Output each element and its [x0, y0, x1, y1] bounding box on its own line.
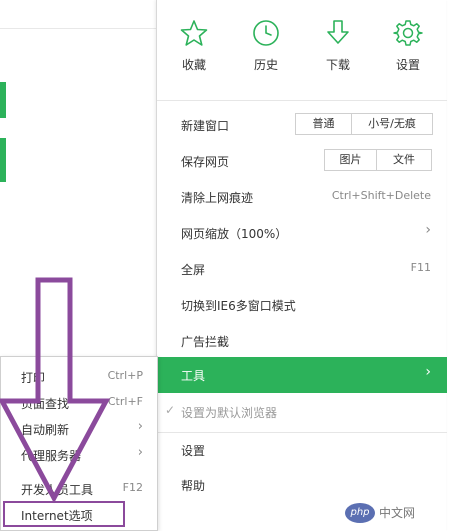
- menu-item-ad-block[interactable]: 广告拦截: [157, 323, 447, 359]
- quick-actions-bar: 收藏 历史 下载 设置: [157, 18, 447, 88]
- background-green-tab: [0, 82, 6, 118]
- background-green-tab: [0, 138, 6, 182]
- menu-item-clear-history[interactable]: 清除上网痕迹 Ctrl+Shift+Delete: [157, 179, 447, 215]
- submenu-item-find[interactable]: 页面查找 Ctrl+F: [1, 389, 157, 415]
- find-label: 页面查找: [21, 397, 70, 411]
- save-page-options: 图片 文件: [324, 149, 432, 171]
- menu-item-ie6-mode[interactable]: 切换到IE6多窗口模式: [157, 287, 447, 323]
- submenu-item-proxy[interactable]: 代理服务器 ›: [1, 441, 157, 467]
- menu-item-tools[interactable]: 工具 ›: [157, 357, 447, 393]
- menu-item-fullscreen[interactable]: 全屏 F11: [157, 251, 447, 287]
- menu-item-new-window: 新建窗口 普通 小号/无痕: [157, 107, 447, 143]
- proxy-label: 代理服务器: [21, 449, 82, 463]
- fullscreen-shortcut: F11: [410, 261, 431, 274]
- download-icon: [327, 20, 349, 44]
- save-as-image-button[interactable]: 图片: [325, 150, 377, 170]
- chevron-right-icon: ›: [425, 222, 431, 238]
- menu-item-settings[interactable]: 设置: [157, 432, 447, 468]
- menu-divider: [157, 100, 447, 101]
- new-window-normal-button[interactable]: 普通: [296, 114, 352, 134]
- find-shortcut: Ctrl+F: [107, 395, 143, 408]
- devtools-label: 开发人员工具: [21, 483, 94, 497]
- browser-main-menu: 收藏 历史 下载 设置 新建窗口 普通 小号/无痕 保存网页 图片 文件 清除上…: [156, 0, 447, 531]
- new-window-label: 新建窗口: [181, 119, 230, 133]
- menu-item-save-page: 保存网页 图片 文件: [157, 143, 447, 179]
- ie6-mode-label: 切换到IE6多窗口模式: [181, 299, 296, 313]
- clear-history-shortcut: Ctrl+Shift+Delete: [331, 189, 431, 202]
- watermark-logo: php 中文网: [345, 499, 445, 527]
- settings-button[interactable]: 设置: [383, 18, 433, 73]
- background-divider: [0, 28, 160, 29]
- history-button[interactable]: 历史: [241, 18, 291, 73]
- tools-label: 工具: [181, 369, 206, 383]
- checkmark-icon: ✓: [165, 403, 176, 417]
- submenu-item-print[interactable]: 打印 Ctrl+P: [1, 363, 157, 389]
- favorites-button[interactable]: 收藏: [169, 18, 219, 73]
- watermark-badge: php: [345, 503, 375, 523]
- downloads-button[interactable]: 下载: [313, 18, 363, 73]
- menu-item-set-default-browser: ✓ 设置为默认浏览器: [157, 394, 447, 430]
- submenu-item-devtools[interactable]: 开发人员工具 F12: [1, 475, 157, 501]
- save-as-file-button[interactable]: 文件: [377, 150, 431, 170]
- print-label: 打印: [21, 371, 46, 385]
- set-default-label: 设置为默认浏览器: [181, 406, 278, 420]
- submenu-item-auto-refresh[interactable]: 自动刷新 ›: [1, 415, 157, 441]
- auto-refresh-label: 自动刷新: [21, 423, 70, 437]
- settings-item-label: 设置: [181, 444, 206, 458]
- star-icon: [180, 20, 208, 46]
- new-window-options: 普通 小号/无痕: [295, 113, 433, 135]
- fullscreen-label: 全屏: [181, 263, 206, 277]
- new-window-private-button[interactable]: 小号/无痕: [352, 114, 432, 134]
- settings-label: 设置: [395, 58, 420, 72]
- devtools-shortcut: F12: [122, 481, 143, 494]
- menu-item-help[interactable]: 帮助: [157, 467, 447, 503]
- downloads-label: 下载: [325, 58, 350, 72]
- ad-block-label: 广告拦截: [181, 335, 230, 349]
- save-page-label: 保存网页: [181, 155, 230, 169]
- chevron-right-icon: ›: [137, 419, 143, 434]
- history-label: 历史: [253, 58, 278, 72]
- gear-icon: [393, 20, 423, 46]
- menu-item-zoom[interactable]: 网页缩放（100%） ›: [157, 215, 447, 251]
- chevron-right-icon: ›: [137, 445, 143, 460]
- clock-icon: [253, 20, 279, 46]
- watermark-text: 中文网: [379, 506, 416, 520]
- print-shortcut: Ctrl+P: [107, 369, 143, 382]
- submenu-item-internet-options[interactable]: Internet选项: [3, 501, 125, 527]
- tools-submenu: 打印 Ctrl+P 页面查找 Ctrl+F 自动刷新 › 代理服务器 › 开发人…: [0, 356, 158, 531]
- clear-history-label: 清除上网痕迹: [181, 191, 254, 205]
- chevron-right-icon: ›: [425, 364, 431, 380]
- internet-options-label: Internet选项: [21, 509, 93, 523]
- help-label: 帮助: [181, 479, 206, 493]
- favorites-label: 收藏: [181, 58, 206, 72]
- zoom-label: 网页缩放（100%）: [181, 227, 288, 241]
